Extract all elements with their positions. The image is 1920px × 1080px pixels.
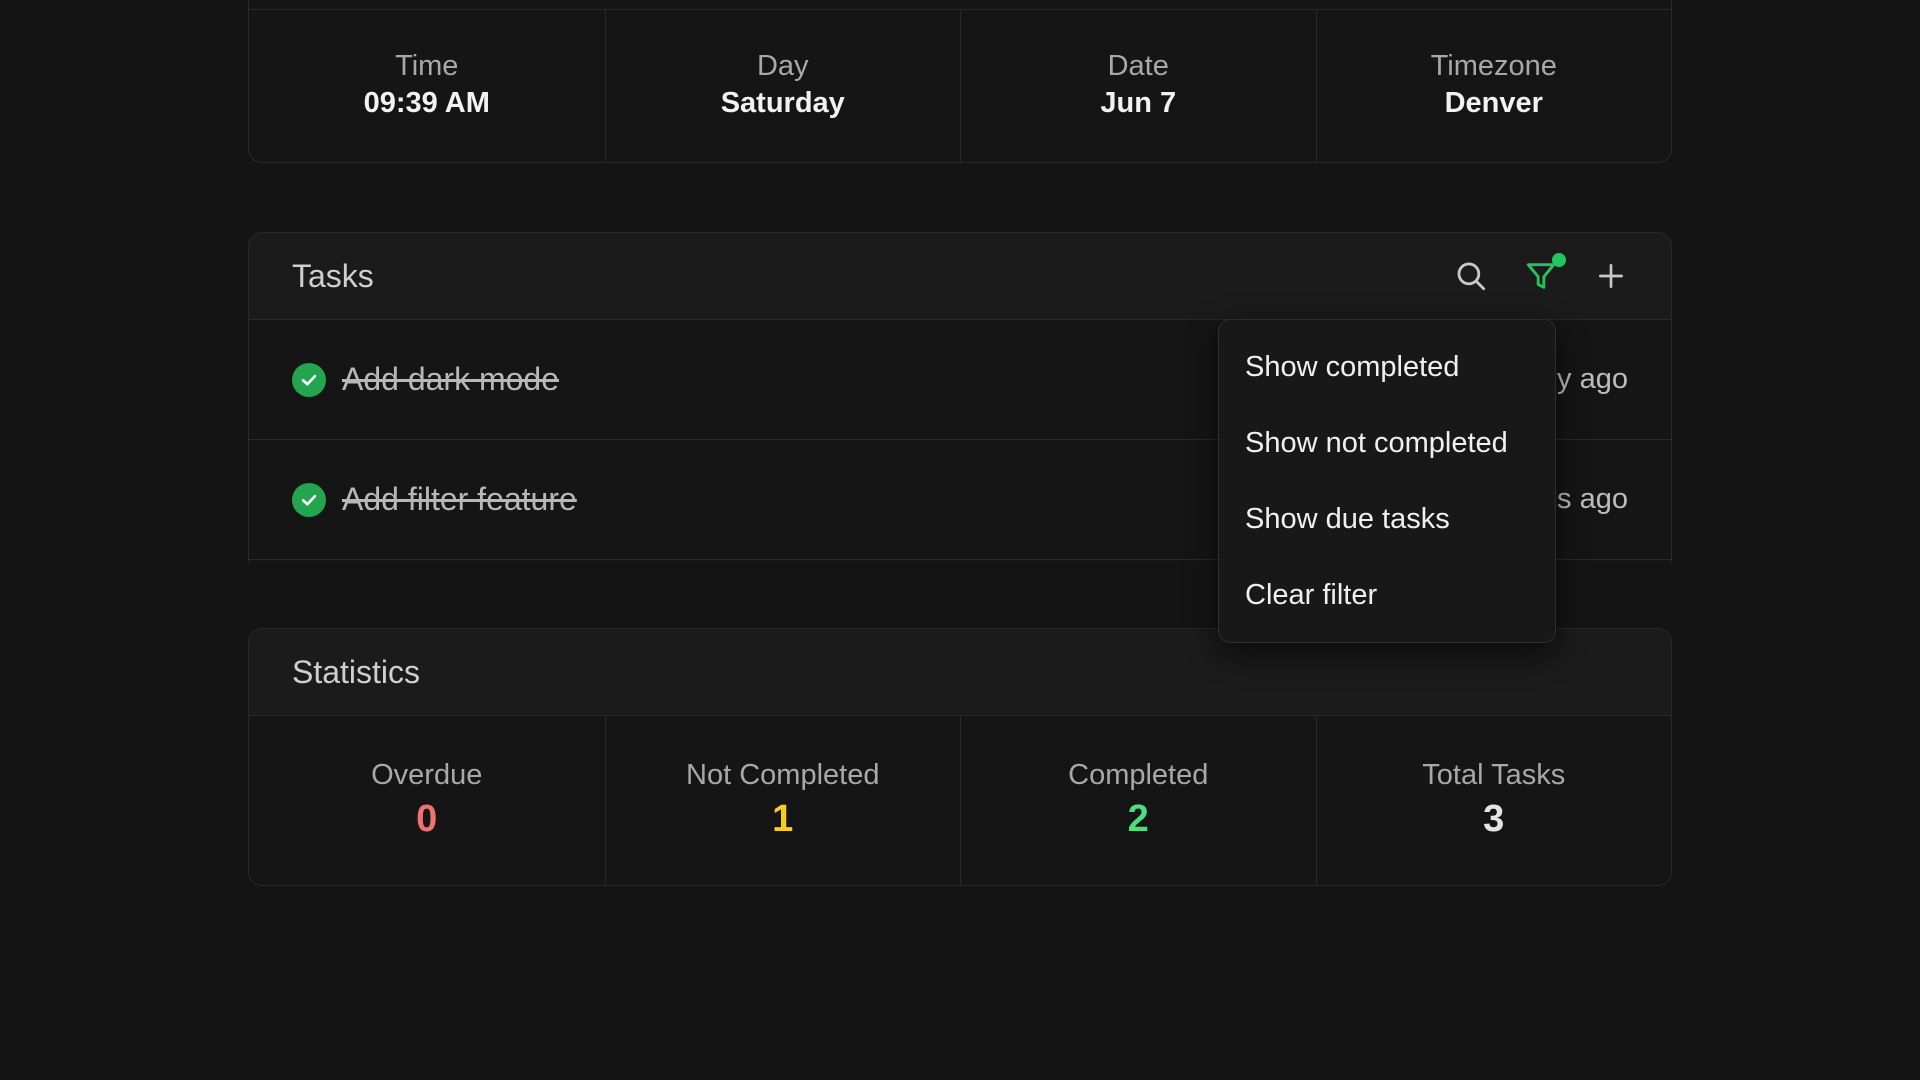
statistics-title: Statistics	[292, 653, 421, 690]
overdue-stat: Overdue 0	[249, 716, 605, 885]
dashboard-page: Time 09:39 AM Day Saturday Date Jun 7 Ti…	[0, 0, 1920, 1080]
day-label: Day	[756, 50, 809, 83]
tasks-actions	[1454, 253, 1628, 293]
timezone-value: Denver	[1444, 86, 1543, 119]
statistics-grid: Overdue 0 Not Completed 1 Completed 2 To…	[249, 716, 1671, 885]
filter-active-indicator	[1552, 253, 1566, 267]
not-completed-stat: Not Completed 1	[604, 716, 961, 885]
overdue-value: 0	[416, 797, 438, 840]
total-tasks-value: 3	[1483, 797, 1505, 840]
check-circle-icon[interactable]	[292, 482, 326, 517]
timezone-label: Timezone	[1430, 50, 1557, 83]
info-grid: Time 09:39 AM Day Saturday Date Jun 7 Ti…	[249, 9, 1671, 162]
date-value: Jun 7	[1100, 86, 1177, 119]
search-icon	[1457, 262, 1486, 291]
overdue-label: Overdue	[371, 758, 483, 791]
filter-dropdown: Show completed Show not completed Show d…	[1218, 319, 1556, 643]
day-value: Saturday	[720, 86, 845, 119]
completed-value: 2	[1127, 797, 1149, 840]
info-card: Time 09:39 AM Day Saturday Date Jun 7 Ti…	[248, 0, 1672, 163]
task-title: Add filter feature	[342, 481, 577, 517]
task-time: y ago	[1557, 363, 1628, 395]
filter-button[interactable]	[1524, 253, 1566, 293]
menu-item-show-not-completed[interactable]: Show not completed	[1219, 405, 1555, 481]
menu-item-clear-filter[interactable]: Clear filter	[1219, 557, 1555, 633]
total-tasks-label: Total Tasks	[1422, 758, 1566, 791]
add-task-button[interactable]	[1594, 259, 1628, 293]
menu-item-show-due-tasks[interactable]: Show due tasks	[1219, 481, 1555, 557]
check-circle-icon[interactable]	[292, 362, 326, 397]
tasks-header: Tasks	[249, 233, 1671, 320]
not-completed-label: Not Completed	[686, 758, 880, 791]
search-button[interactable]	[1454, 259, 1488, 293]
not-completed-value: 1	[772, 797, 794, 840]
time-value: 09:39 AM	[363, 86, 490, 119]
completed-stat: Completed 2	[960, 716, 1316, 885]
day-cell: Day Saturday	[604, 10, 961, 162]
menu-item-show-completed[interactable]: Show completed	[1219, 329, 1555, 405]
task-time: s ago	[1557, 483, 1628, 515]
date-label: Date	[1107, 50, 1169, 83]
total-tasks-stat: Total Tasks 3	[1315, 716, 1672, 885]
statistics-card: Statistics Overdue 0 Not Completed 1 Com…	[248, 628, 1672, 886]
completed-label: Completed	[1068, 758, 1209, 791]
task-title: Add dark mode	[342, 361, 560, 397]
time-label: Time	[395, 50, 459, 83]
time-cell: Time 09:39 AM	[249, 10, 605, 162]
plus-icon	[1599, 264, 1623, 288]
date-cell: Date Jun 7	[960, 10, 1316, 162]
timezone-cell: Timezone Denver	[1315, 10, 1672, 162]
tasks-title: Tasks	[292, 257, 374, 294]
